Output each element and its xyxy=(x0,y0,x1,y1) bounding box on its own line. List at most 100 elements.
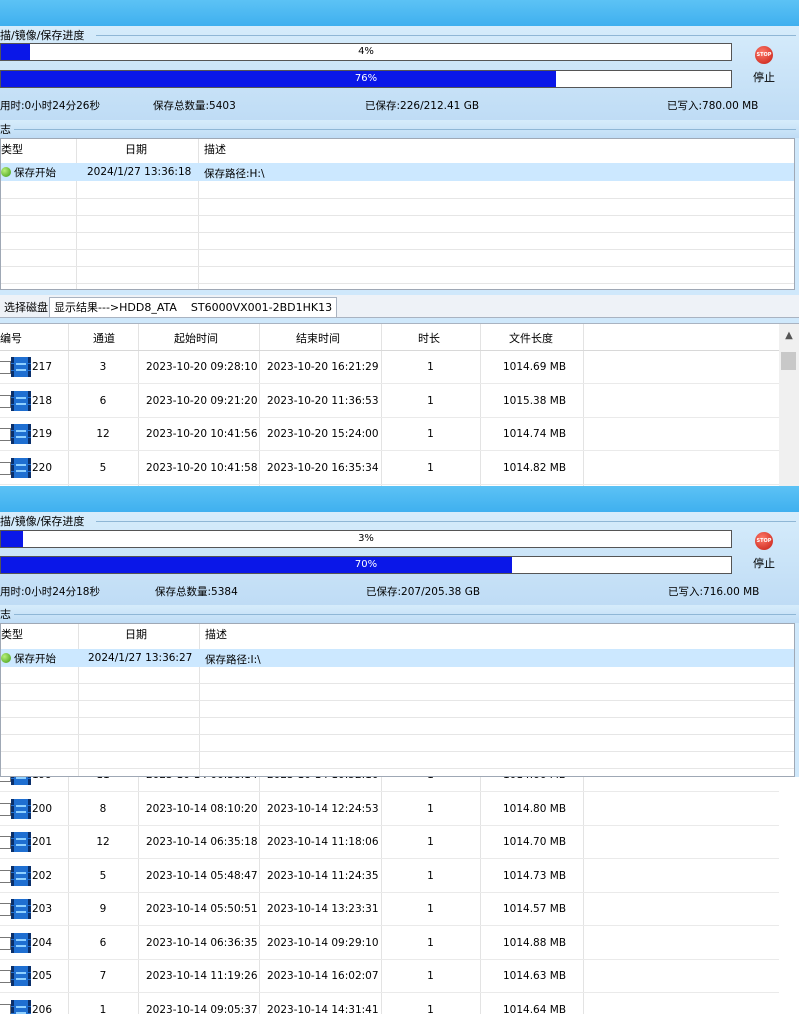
log-col-desc[interactable]: 描述 xyxy=(204,139,226,161)
col-end[interactable]: 结束时间 xyxy=(296,328,340,350)
row-checkbox[interactable] xyxy=(0,428,11,441)
table-row[interactable]: 203 9 2023-10-14 05:50:51 2023-10-14 13:23:… xyxy=(0,893,779,926)
title-band xyxy=(0,486,799,512)
cell-start: 2023-10-20 09:21:20 xyxy=(146,394,258,407)
col-duration[interactable]: 时长 xyxy=(418,328,440,350)
table-row[interactable]: 217 3 2023-10-20 09:28:10 2023-10-20 16:21:… xyxy=(0,351,779,384)
total-count: 保存总数量:5384 xyxy=(155,586,238,598)
status-dot-icon xyxy=(1,653,11,663)
row-checkbox[interactable] xyxy=(0,970,11,983)
col-id[interactable]: 编号 xyxy=(0,328,22,350)
row-divider xyxy=(1,768,794,769)
row-checkbox[interactable] xyxy=(0,461,11,475)
cell-start: 2023-10-20 10:41:58 xyxy=(146,461,258,474)
cell-size: 1014.63 MB xyxy=(503,970,567,982)
cell-id: 220 xyxy=(32,461,53,474)
overall-progress-bar: 4% xyxy=(0,43,732,61)
cell-size: 1014.57 MB xyxy=(503,903,567,915)
progress-text: 4% xyxy=(358,46,374,57)
cell-channel: 9 xyxy=(99,903,107,915)
cell-channel: 6 xyxy=(99,936,107,949)
saved-count: 已保存:226/212.41 GB xyxy=(365,100,480,112)
table-row[interactable]: 220 5 2023-10-20 10:41:58 2023-10-20 16:35:… xyxy=(0,452,779,485)
row-divider xyxy=(1,751,794,752)
total-count: 保存总数量:5403 xyxy=(153,100,236,112)
cell-size: 1014.82 MB xyxy=(503,461,567,474)
tab-result[interactable]: 显示结果--->HDD8_ATA ST6000VX001-2BD1HK13 xyxy=(49,297,338,317)
cell-end: 2023-10-20 16:21:29 xyxy=(267,361,379,373)
row-checkbox[interactable] xyxy=(0,777,11,782)
stop-icon: STOP xyxy=(755,46,773,64)
table-row[interactable]: 219 12 2023-10-20 10:41:56 2023-10-20 15:24… xyxy=(0,418,779,451)
log-row-selected[interactable]: 保存开始 2024/1/27 13:36:18 保存路径:H:\ xyxy=(1,163,794,181)
cell-start: 2023-10-14 06:35:18 xyxy=(146,836,258,848)
table-row[interactable]: 206 1 2023-10-14 09:05:37 2023-10-14 14:31:… xyxy=(0,994,779,1014)
scroll-thumb[interactable] xyxy=(781,352,796,370)
cell-size: 1014.74 MB xyxy=(503,428,567,440)
cell-id: 205 xyxy=(32,970,53,982)
table-row[interactable]: 205 7 2023-10-14 11:19:26 2023-10-14 16:02:… xyxy=(0,960,779,993)
cell-id: 217 xyxy=(32,361,53,373)
table-row[interactable]: 204 6 2023-10-14 06:36:35 2023-10-14 09:29:… xyxy=(0,927,779,960)
cell-start: 2023-10-14 09:05:37 xyxy=(146,1003,258,1014)
log-col-desc[interactable]: 描述 xyxy=(205,624,227,646)
cell-end: 2023-10-14 13:23:31 xyxy=(267,903,379,915)
row-checkbox[interactable] xyxy=(0,802,11,816)
log-date: 2024/1/27 13:36:18 xyxy=(87,166,192,178)
log-col-date[interactable]: 日期 xyxy=(125,139,147,161)
row-divider xyxy=(1,266,794,267)
table-row[interactable]: 218 6 2023-10-20 09:21:20 2023-10-20 11:36:… xyxy=(0,385,779,418)
col-channel[interactable]: 通道 xyxy=(93,328,115,350)
progress-group-label: 描/镜像/保存进度 xyxy=(0,29,85,42)
log-col-type[interactable]: 类型 xyxy=(1,139,23,161)
cell-id: 199 xyxy=(32,777,52,781)
cell-end: 2023-10-14 11:24:35 xyxy=(267,869,379,882)
cell-size: 1014.88 MB xyxy=(503,936,567,949)
table-row[interactable]: 199 11 2023-10-14 06:38:14 2023-10-14 10:52… xyxy=(0,777,779,792)
tab-select-disk[interactable]: 选择磁盘 xyxy=(0,298,52,317)
group-divider xyxy=(96,521,796,522)
cell-end: 2023-10-14 12:24:53 xyxy=(267,802,379,815)
log-type: 保存开始 xyxy=(1,165,56,180)
row-checkbox[interactable] xyxy=(0,361,11,374)
elapsed-time: 用时:0小时24分26秒 xyxy=(0,100,100,112)
log-col-date[interactable]: 日期 xyxy=(125,624,147,646)
cell-id: 204 xyxy=(32,936,53,949)
row-checkbox[interactable] xyxy=(0,1003,11,1014)
row-divider xyxy=(1,215,794,216)
row-checkbox[interactable] xyxy=(0,394,11,408)
cell-id: 203 xyxy=(32,903,53,915)
written-size: 已写入:716.00 MB xyxy=(668,586,760,598)
cell-start: 2023-10-14 06:36:35 xyxy=(146,936,258,949)
log-row-selected[interactable]: 保存开始 2024/1/27 13:36:27 保存路径:I:\ xyxy=(1,649,794,667)
cell-size: 1014.64 MB xyxy=(503,1003,567,1014)
row-checkbox[interactable] xyxy=(0,836,11,849)
stop-button[interactable]: STOP 停止 xyxy=(748,529,780,573)
stop-button[interactable]: STOP 停止 xyxy=(748,43,780,87)
video-file-icon xyxy=(11,999,31,1014)
cell-channel: 12 xyxy=(96,836,110,848)
row-checkbox[interactable] xyxy=(0,903,11,916)
row-checkbox[interactable] xyxy=(0,869,11,883)
col-size[interactable]: 文件长度 xyxy=(509,328,553,350)
scroll-up-icon[interactable]: ▲ xyxy=(779,326,799,346)
row-divider xyxy=(1,232,794,233)
row-checkbox[interactable] xyxy=(0,936,11,950)
table-row[interactable]: 201 12 2023-10-14 06:35:18 2023-10-14 11:18… xyxy=(0,826,779,859)
cell-channel: 7 xyxy=(99,970,107,982)
col-start[interactable]: 起始时间 xyxy=(174,328,218,350)
cell-id: 202 xyxy=(32,869,53,882)
status-dot-icon xyxy=(1,167,11,177)
row-divider xyxy=(1,734,794,735)
disk-tabs: 选择磁盘 显示结果--->HDD8_ATA ST6000VX001-2BD1HK1… xyxy=(0,295,799,318)
table-row[interactable]: 202 5 2023-10-14 05:48:47 2023-10-14 11:24:… xyxy=(0,860,779,893)
table-row[interactable]: 200 8 2023-10-14 08:10:20 2023-10-14 12:24:… xyxy=(0,793,779,826)
window-edge xyxy=(779,777,799,1014)
cell-duration: 1 xyxy=(427,836,434,848)
cell-duration: 1 xyxy=(381,777,480,781)
scrollbar[interactable]: ▲ xyxy=(779,324,799,487)
cell-end: 2023-10-14 11:18:06 xyxy=(267,836,379,848)
cell-id: 206 xyxy=(32,1003,53,1014)
video-file-icon xyxy=(11,832,31,852)
log-col-type[interactable]: 类型 xyxy=(1,624,23,646)
